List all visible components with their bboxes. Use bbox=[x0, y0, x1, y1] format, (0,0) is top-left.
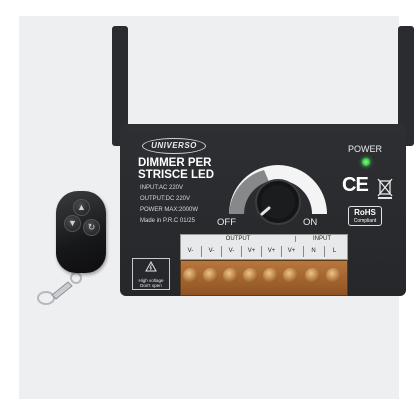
terminal-cell: V+ bbox=[241, 246, 261, 257]
rohs-label: RoHS bbox=[354, 208, 376, 217]
remote-up-button: ▲ bbox=[73, 199, 90, 216]
dimmer-knob bbox=[229, 165, 327, 225]
terminal-block: OUTPUT INPUT V- V- V- V+ V+ V+ N L bbox=[180, 234, 348, 296]
title-line-1: DIMMER PER bbox=[138, 157, 212, 169]
terminal-screw bbox=[243, 268, 258, 283]
warning-text: High voltage Don't open bbox=[138, 278, 164, 288]
warning-triangle-icon bbox=[145, 260, 157, 272]
product-title: DIMMER PER STRISCE LED bbox=[138, 157, 230, 181]
output-group-label: OUTPUT bbox=[225, 236, 251, 242]
power-label: POWER bbox=[348, 144, 383, 154]
off-label: OFF bbox=[217, 217, 236, 228]
terminal-screw bbox=[326, 268, 341, 283]
terminal-screw bbox=[223, 268, 238, 283]
spec-origin: Made in P.R.C 01/25 bbox=[140, 218, 195, 224]
terminal-screw bbox=[283, 268, 298, 283]
terminal-screw bbox=[305, 268, 320, 283]
terminal-screw bbox=[203, 268, 218, 283]
terminal-cell: V- bbox=[187, 248, 194, 254]
ce-mark: CE bbox=[342, 174, 369, 196]
rohs-sub-label: Compliant bbox=[353, 218, 377, 224]
brand-logo: UNIVERSO bbox=[142, 138, 206, 154]
title-line-2: STRISCE LED bbox=[138, 169, 215, 181]
power-led-icon bbox=[362, 158, 370, 166]
terminal-screw bbox=[183, 268, 198, 283]
keyring-icon bbox=[37, 272, 82, 305]
high-voltage-warning: High voltage Don't open bbox=[132, 258, 170, 290]
screw-terminals bbox=[180, 260, 348, 296]
terminal-cell: V- bbox=[201, 246, 221, 257]
spec-input: INPUT:AC 220V bbox=[140, 185, 184, 191]
remote-control: ▲ ▼ ↻ bbox=[56, 191, 106, 273]
remote-down-button: ▼ bbox=[64, 215, 81, 232]
weee-bin-icon bbox=[377, 178, 393, 199]
spec-power: POWER MAX:2000W bbox=[140, 207, 199, 213]
terminal-cell: V+ bbox=[261, 246, 281, 257]
dimmer-housing: UNIVERSO DIMMER PER STRISCE LED INPUT:AC… bbox=[120, 124, 406, 296]
terminal-cell: V- bbox=[221, 246, 241, 257]
terminal-labels: OUTPUT INPUT V- V- V- V+ V+ V+ N L bbox=[180, 234, 348, 260]
product-photo: ▲ ▼ ↻ UNIVERSO DIMMER PER STRISCE LED IN… bbox=[0, 0, 417, 415]
spec-output: OUTPUT:DC 220V bbox=[140, 196, 191, 202]
terminal-cell: N bbox=[303, 246, 323, 257]
rohs-badge: RoHS Compliant bbox=[348, 206, 382, 226]
input-group-label: INPUT bbox=[295, 236, 348, 242]
terminal-cell: L bbox=[324, 246, 344, 257]
remote-power-button: ↻ bbox=[83, 219, 100, 236]
on-label: ON bbox=[303, 217, 318, 228]
terminal-cell: V+ bbox=[281, 246, 301, 257]
terminal-screw bbox=[263, 268, 278, 283]
